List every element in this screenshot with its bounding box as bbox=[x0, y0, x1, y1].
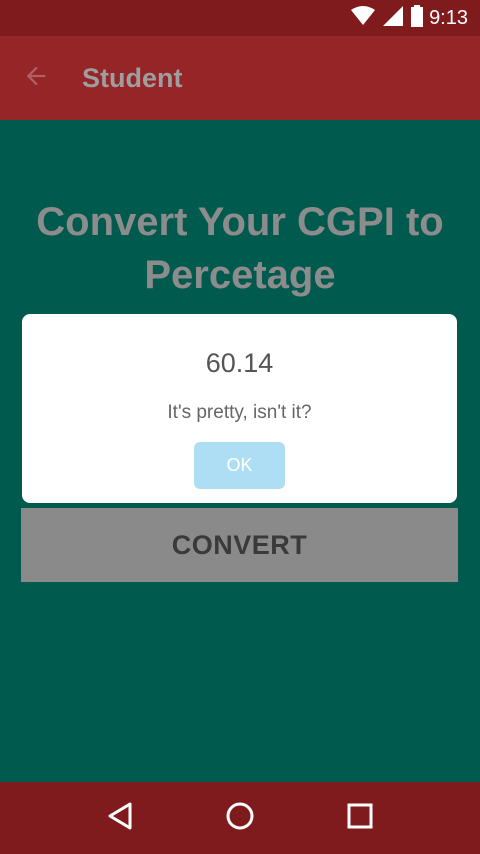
alert-dialog: 60.14 It's pretty, isn't it? OK bbox=[22, 314, 457, 503]
navigation-bar bbox=[0, 782, 480, 854]
arrow-left-icon bbox=[22, 62, 50, 95]
ok-button[interactable]: OK bbox=[194, 442, 285, 489]
dialog-message: It's pretty, isn't it? bbox=[167, 402, 312, 423]
nav-home-button[interactable] bbox=[210, 788, 270, 848]
nav-recents-button[interactable] bbox=[330, 788, 390, 848]
back-triangle-icon bbox=[106, 801, 134, 836]
recents-square-icon bbox=[346, 802, 374, 835]
wifi-icon bbox=[351, 5, 376, 31]
status-time: 9:13 bbox=[429, 6, 468, 29]
battery-icon bbox=[411, 4, 424, 32]
nav-back-button[interactable] bbox=[90, 788, 150, 848]
dialog-title: 60.14 bbox=[205, 348, 274, 378]
toolbar-title: Student bbox=[82, 62, 183, 93]
signal-icon bbox=[383, 5, 404, 31]
convert-button[interactable]: CONVERT bbox=[21, 508, 458, 582]
status-bar: 9:13 bbox=[0, 0, 480, 36]
home-circle-icon bbox=[225, 801, 255, 836]
back-button[interactable] bbox=[0, 36, 78, 120]
status-icons bbox=[351, 4, 424, 32]
page-headline: Convert Your CGPI to Percetage bbox=[36, 200, 444, 297]
toolbar: Student bbox=[0, 36, 480, 120]
